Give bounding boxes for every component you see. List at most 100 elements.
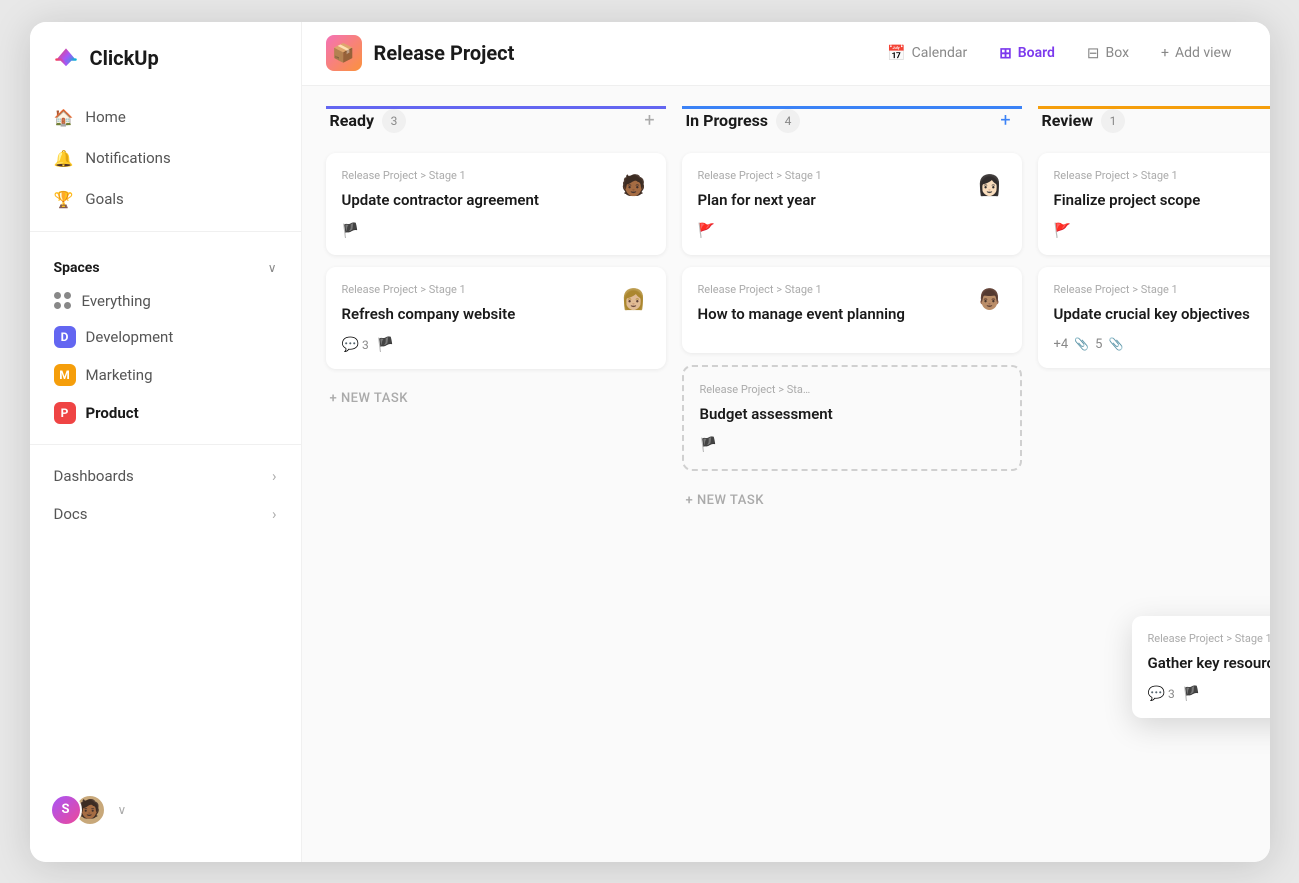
column-ready-add-button[interactable]: + [638, 109, 662, 133]
user-avatar-stack[interactable]: S 🧑🏾 [50, 794, 106, 826]
column-ready-count: 3 [382, 109, 406, 133]
sidebar-nav: 🏠 Home 🔔 Notifications 🏆 Goals [30, 98, 301, 219]
new-task-inprogress-button[interactable]: + NEW TASK [682, 483, 1022, 518]
project-title: Release Project [374, 41, 515, 65]
card-title: Budget assessment [700, 404, 1004, 425]
card-avatar: 👩🏼 [618, 283, 650, 315]
task-card-plan-next-year[interactable]: Release Project > Stage 1 👩🏻 Plan for ne… [682, 153, 1022, 255]
floating-card-meta: Release Project > Stage 1 [1148, 632, 1270, 645]
sidebar-item-goals[interactable]: 🏆 Goals [42, 180, 289, 219]
card-avatar: 👩🏻 [974, 169, 1006, 201]
add-view-label: Add view [1175, 45, 1232, 61]
column-review: Review 1 + Release Project > Stage 1 Fin… [1038, 106, 1270, 842]
sidebar-item-home-label: Home [85, 108, 125, 126]
task-card-budget-assessment[interactable]: Release Project > Sta… Budget assessment… [682, 365, 1022, 471]
sidebar-item-dashboards[interactable]: Dashboards › [30, 457, 301, 495]
sidebar-item-notifications[interactable]: 🔔 Notifications [42, 139, 289, 178]
clickup-logo-icon [50, 42, 82, 74]
product-badge: P [54, 402, 76, 424]
column-inprogress-header: In Progress 4 + [682, 106, 1022, 141]
comment-count: 3 [1168, 687, 1175, 701]
card-meta: Release Project > Stage 1 [1054, 169, 1270, 182]
dashboards-chevron-icon: › [272, 467, 277, 485]
tab-box[interactable]: ⊟ Box [1073, 36, 1143, 70]
card-title: Finalize project scope [1054, 190, 1270, 211]
project-title-area: 📦 Release Project [326, 35, 849, 71]
card-title: Update contractor agreement [342, 190, 650, 211]
dashboards-label: Dashboards [54, 467, 134, 485]
sidebar-item-marketing[interactable]: M Marketing [30, 356, 301, 394]
task-card-finalize-scope[interactable]: Release Project > Stage 1 Finalize proje… [1038, 153, 1270, 255]
comment-icon: 💬 [1148, 686, 1165, 702]
app-name: ClickUp [90, 46, 159, 70]
flag-red-icon: 🚩 [698, 223, 715, 239]
docs-chevron-icon: › [272, 505, 277, 523]
tab-board[interactable]: ⊞ Board [985, 36, 1069, 70]
card-footer: 💬 3 🏴 [342, 337, 650, 353]
card-meta: Release Project > Stage 1 [698, 169, 1006, 182]
spaces-chevron-icon[interactable]: ∨ [268, 261, 277, 275]
new-task-ready-label: + NEW TASK [330, 391, 408, 406]
card-title: How to manage event planning [698, 304, 1006, 325]
card-footer: 🏴 [342, 223, 650, 239]
main-content: 📦 Release Project 📅 Calendar ⊞ Board ⊟ B… [302, 22, 1270, 862]
project-icon: 📦 [326, 35, 362, 71]
space-everything-label: Everything [82, 292, 151, 310]
divider2 [30, 444, 301, 445]
add-view-button[interactable]: + Add view [1147, 37, 1245, 69]
space-product-label: Product [86, 404, 139, 422]
attach-info: +4 📎 5 📎 [1054, 337, 1124, 352]
calendar-icon: 📅 [887, 44, 906, 62]
sidebar-item-product[interactable]: P Product [30, 394, 301, 432]
floating-card-title: Gather key resources [1148, 653, 1270, 674]
spaces-section-header: Spaces ∨ [30, 244, 301, 284]
floating-card-gather-resources[interactable]: ✛ Release Project > Stage 1 👩🏼‍🦳 Gather … [1132, 616, 1270, 718]
card-meta: Release Project > Stage 1 [698, 283, 1006, 296]
paperclip-icon: 📎 [1074, 337, 1089, 351]
tab-calendar[interactable]: 📅 Calendar [873, 36, 981, 70]
divider1 [30, 231, 301, 232]
sidebar-item-development[interactable]: D Development [30, 318, 301, 356]
home-icon: 🏠 [54, 108, 74, 127]
task-card-update-contractor[interactable]: Release Project > Stage 1 🧑🏾 Update cont… [326, 153, 666, 255]
sidebar-logo: ClickUp [30, 42, 301, 98]
comment-icon: 💬 [342, 337, 359, 353]
card-footer: 🚩 [1054, 223, 1270, 239]
flag-orange-icon: 🏴 [342, 223, 359, 239]
footer-chevron-icon[interactable]: ∨ [118, 803, 127, 817]
card-footer: 🚩 [698, 223, 1006, 239]
notifications-icon: 🔔 [54, 149, 74, 168]
new-task-ready-button[interactable]: + NEW TASK [326, 381, 666, 416]
card-meta: Release Project > Stage 1 [342, 169, 650, 182]
avatar-s: S [50, 794, 82, 826]
column-review-count: 1 [1101, 109, 1125, 133]
space-marketing-label: Marketing [86, 366, 153, 384]
column-review-header: Review 1 + [1038, 106, 1270, 141]
sidebar-footer: S 🧑🏾 ∨ [30, 778, 301, 842]
card-meta: Release Project > Sta… [700, 383, 1004, 396]
task-card-update-objectives[interactable]: Release Project > Stage 1 Update crucial… [1038, 267, 1270, 368]
card-avatar: 🧑🏾 [618, 169, 650, 201]
marketing-badge: M [54, 364, 76, 386]
task-card-refresh-website[interactable]: Release Project > Stage 1 👩🏼 Refresh com… [326, 267, 666, 369]
card-meta: Release Project > Stage 1 [1054, 283, 1270, 296]
comment-badge: 💬 3 [342, 337, 369, 353]
sidebar-item-docs[interactable]: Docs › [30, 495, 301, 533]
flag-green-icon: 🏴 [1183, 686, 1200, 702]
app-window: ClickUp 🏠 Home 🔔 Notifications 🏆 Goals S… [30, 22, 1270, 862]
development-badge: D [54, 326, 76, 348]
tab-calendar-label: Calendar [912, 45, 968, 61]
everything-icon [54, 292, 72, 310]
column-inprogress-add-button[interactable]: + [994, 109, 1018, 133]
sidebar-item-home[interactable]: 🏠 Home [42, 98, 289, 137]
task-card-manage-event[interactable]: Release Project > Stage 1 👨🏽 How to mana… [682, 267, 1022, 353]
card-meta: Release Project > Stage 1 [342, 283, 650, 296]
column-ready-title: Ready [330, 111, 375, 130]
sidebar: ClickUp 🏠 Home 🔔 Notifications 🏆 Goals S… [30, 22, 302, 862]
column-review-title: Review [1042, 111, 1094, 130]
sidebar-item-everything[interactable]: Everything [30, 284, 301, 318]
extras-count: +4 [1054, 337, 1069, 352]
flag-orange-icon: 🏴 [700, 437, 717, 453]
card-avatar: 👨🏽 [974, 283, 1006, 315]
plus-icon: + [1161, 45, 1169, 61]
